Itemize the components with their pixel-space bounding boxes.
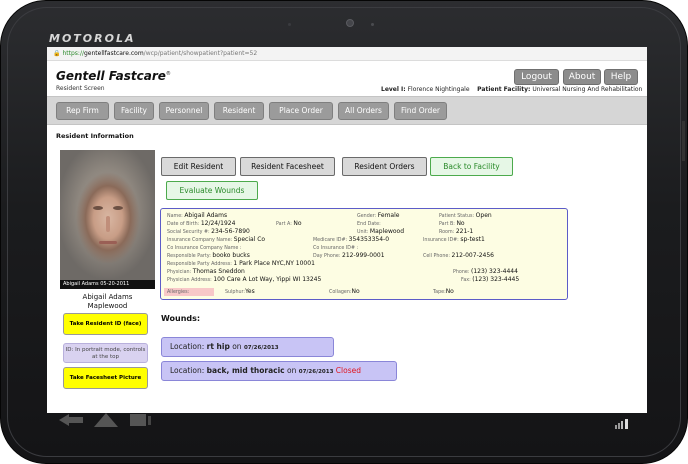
back-icon[interactable] [57, 413, 85, 427]
resident-photo[interactable]: Abigail Adams 05-20-2011 [60, 150, 155, 289]
help-button[interactable]: Help [604, 69, 638, 85]
nav-rep-firm[interactable]: Rep Firm [56, 102, 109, 120]
field-physician-address: Physician Address: 100 Care A Lot Way, Y… [167, 276, 322, 283]
logout-button[interactable]: Logout [514, 69, 559, 85]
field-fax: Fax: (123) 323-4445 [461, 276, 520, 283]
field-co-insurance-id: Co Insurance ID# : [313, 246, 359, 251]
field-end-date: End Date: [357, 222, 381, 227]
field-co-insurance: Co Insurance Company Name : [167, 246, 242, 251]
back-to-facility-button[interactable]: Back to Facility [430, 157, 513, 176]
app-logo: Gentell Fastcare® [56, 69, 171, 83]
field-insurance: Insurance Company Name: Special Co [167, 236, 266, 243]
field-ssn: Social Security #: 234-56-7890 [167, 228, 250, 235]
field-insurance-id: Insurance ID#: sp-test1 [423, 236, 485, 243]
lock-icon: 🔒 [53, 50, 61, 57]
page-subtitle: Resident Screen [56, 85, 105, 92]
url-host: gentellfastcare.com [84, 50, 144, 57]
page-header: Gentell Fastcare® Resident Screen Logout… [47, 61, 647, 95]
field-part-b: Part B: No [439, 220, 465, 227]
nav-find-order[interactable]: Find Order [394, 102, 447, 120]
nav-all-orders[interactable]: All Orders [338, 102, 389, 120]
home-icon[interactable] [93, 410, 119, 428]
screen: 🔒 https://gentellfastcare.com/wcp/patient… [47, 47, 647, 413]
edit-resident-button[interactable]: Edit Resident [161, 157, 236, 176]
level-info: Level I: Florence Nightingale Patient Fa… [381, 86, 643, 93]
nav-facility[interactable]: Facility [114, 102, 154, 120]
wounds-heading: Wounds: [161, 314, 201, 323]
portrait-mode-note: ID: In portrait mode, controls at the to… [63, 343, 148, 363]
patient-name: Abigail Adams Maplewood [82, 293, 133, 310]
signal-icon [615, 419, 628, 429]
field-tape: Tape:No [433, 288, 454, 295]
field-room: Room: 221-1 [439, 228, 474, 235]
field-unit: Unit: Maplewood [357, 228, 404, 235]
take-resident-id-button[interactable]: Take Resident ID (face) [63, 313, 148, 335]
power-button[interactable] [682, 121, 685, 161]
url-scheme: https:// [62, 50, 84, 57]
closed-status: Closed [335, 366, 361, 375]
resident-info-panel: Name: Abigail Adams Gender: Female Patie… [160, 208, 568, 300]
field-gender: Gender: Female [357, 212, 400, 219]
about-button[interactable]: About [563, 69, 601, 85]
field-collagen: Collagen:No [329, 288, 360, 295]
camera-icon [346, 19, 354, 27]
field-part-a: Part A: No [276, 220, 302, 227]
field-responsible-party: Responsible Party: booko bucks [167, 252, 250, 259]
field-cell-phone: Cell Phone: 212-007-2456 [423, 252, 495, 259]
field-physician: Physician: Thomas Sneddon [167, 268, 245, 275]
address-bar[interactable]: 🔒 https://gentellfastcare.com/wcp/patient… [47, 47, 647, 61]
resident-orders-button[interactable]: Resident Orders [342, 157, 427, 176]
field-medicare: Medicare ID#: 354353354-0 [313, 236, 390, 243]
field-sulphur: Sulphur:Yes [225, 288, 255, 295]
nav-place-order[interactable]: Place Order [269, 102, 333, 120]
main-nav: Rep Firm Facility Personnel Resident Pla… [47, 96, 647, 125]
field-name: Name: Abigail Adams [167, 212, 228, 219]
nav-personnel[interactable]: Personnel [159, 102, 209, 120]
sensor-dot [288, 23, 291, 26]
nav-resident[interactable]: Resident [214, 102, 264, 120]
field-dob: Date of Birth: 12/24/1924 [167, 220, 236, 227]
field-allergies: Allergies: [167, 290, 190, 295]
recent-apps-icon[interactable] [129, 412, 153, 427]
photo-caption: Abigail Adams 05-20-2011 [60, 280, 155, 289]
field-responsible-address: Responsible Party Address: 1 Park Place … [167, 260, 315, 267]
sensor-dot [371, 23, 374, 26]
wound-item[interactable]: Location: back, mid thoracic on 07/26/20… [161, 361, 397, 381]
resident-facesheet-button[interactable]: Resident Facesheet [240, 157, 335, 176]
field-day-phone: Day Phone: 212-999-0001 [313, 252, 385, 259]
tablet-frame: MOTOROLA 🔒 https://gentellfastcare.com/wc… [0, 0, 688, 464]
wound-item[interactable]: Location: rt hip on 07/26/2013 [161, 337, 334, 357]
section-title: Resident Information [56, 132, 134, 140]
evaluate-wounds-button[interactable]: Evaluate Wounds [166, 181, 258, 200]
brand-logo: MOTOROLA [49, 32, 136, 45]
field-phone: Phone: (123) 323-4444 [453, 268, 518, 275]
take-facesheet-button[interactable]: Take Facesheet Picture [63, 367, 148, 389]
field-status: Patient Status: Open [439, 212, 492, 219]
url-path: /wcp/patient/showpatient?patient=52 [143, 50, 258, 57]
